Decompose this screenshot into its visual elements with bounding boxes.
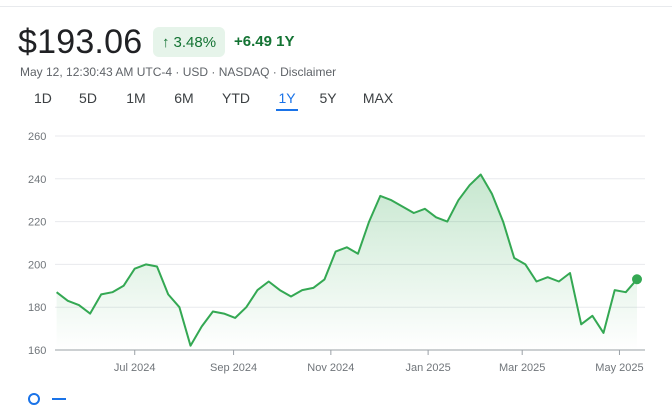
x-tick-label: Mar 2025 (499, 362, 545, 374)
x-tick-label: Nov 2024 (307, 362, 354, 374)
price-chart[interactable]: 160 180 200 220 240 260 Jul 2024 Sep 2024 Nov 2… (0, 0, 672, 400)
y-tick-label: 240 (28, 174, 46, 186)
y-tick-label: 200 (28, 259, 46, 271)
last-price-point (632, 274, 642, 285)
x-tick-label: Jul 2024 (114, 362, 156, 374)
price-area (56, 174, 638, 350)
x-tick-label: Sep 2024 (210, 362, 257, 374)
x-tick-label: May 2025 (595, 362, 643, 374)
search-icon[interactable] (28, 393, 40, 405)
y-tick-label: 260 (28, 131, 46, 143)
y-tick-label: 160 (28, 345, 46, 357)
y-tick-label: 180 (28, 302, 46, 314)
x-tick-label: Jan 2025 (405, 362, 450, 374)
y-tick-label: 220 (28, 217, 46, 229)
